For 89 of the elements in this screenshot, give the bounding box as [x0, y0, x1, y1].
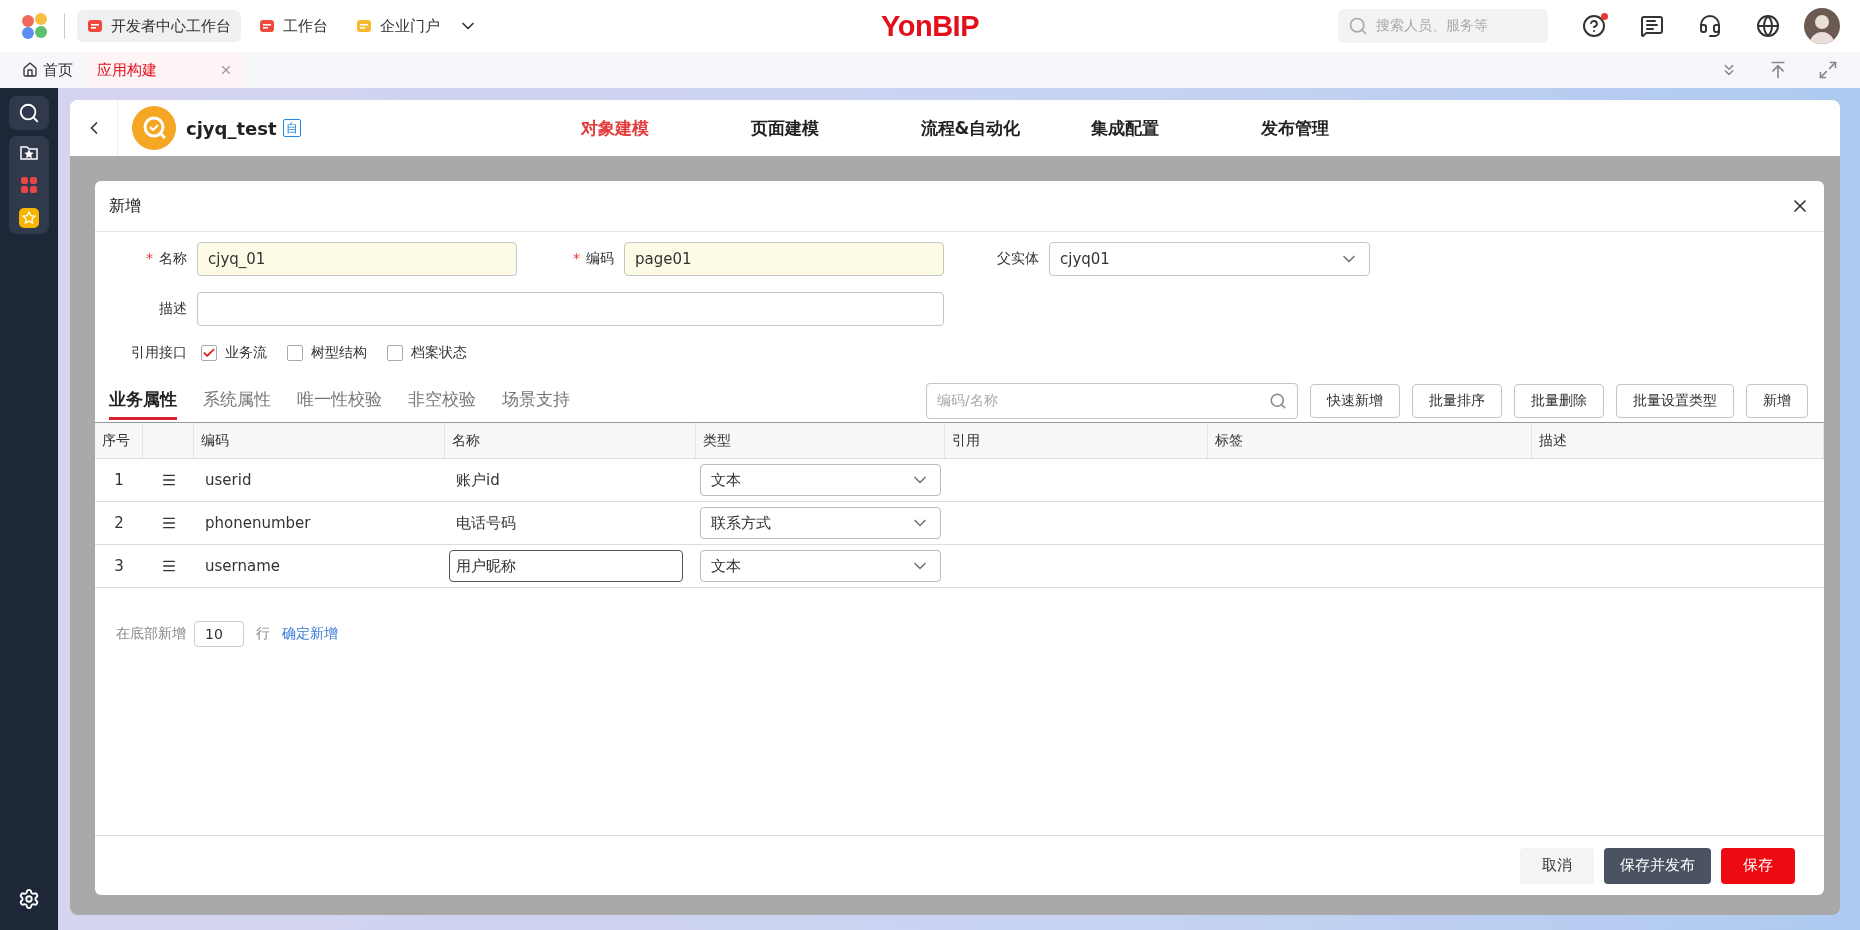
tab[interactable]: 非空校验 — [408, 382, 476, 420]
column-header: 描述 — [1532, 423, 1824, 458]
workspace-icon — [87, 18, 103, 34]
grid-icon[interactable] — [20, 176, 38, 194]
drag-handle-icon[interactable] — [160, 558, 177, 574]
table-cell-text: 电话号码 — [455, 512, 517, 534]
workspace-tab[interactable]: 企业门户 — [346, 10, 450, 42]
app-icon — [132, 106, 176, 150]
checkbox[interactable] — [287, 345, 303, 361]
input-field[interactable]: 用户昵称 — [449, 550, 683, 582]
option-label[interactable]: 业务流 — [225, 344, 267, 362]
input-field[interactable]: cjyq_01 — [197, 242, 517, 276]
table-cell-text: phonenumber — [204, 514, 312, 532]
nav-tab[interactable]: 页面建模 — [750, 116, 921, 140]
tab[interactable]: 唯一性校验 — [297, 382, 382, 420]
option-label[interactable]: 档案状态 — [411, 344, 467, 362]
action-button[interactable]: 保存 — [1721, 847, 1795, 884]
star-icon[interactable] — [19, 208, 39, 228]
bulk-add-label: 在底部新增 — [116, 625, 186, 643]
field-label: * 编码 — [572, 250, 614, 268]
column-header: 序号 — [95, 423, 143, 458]
checkbox[interactable] — [201, 345, 217, 361]
workspace-icon — [259, 18, 275, 34]
toolbar-button[interactable]: 批量删除 — [1514, 384, 1604, 418]
app-badge: 自 — [282, 119, 301, 137]
avatar[interactable] — [1804, 8, 1840, 44]
column-header: 名称 — [445, 423, 696, 458]
settings-icon[interactable] — [18, 888, 40, 910]
toolbar-button[interactable]: 快速新增 — [1310, 384, 1400, 418]
upload-icon[interactable] — [1768, 60, 1788, 80]
input-field[interactable]: page01 — [624, 242, 944, 276]
globe-icon[interactable] — [1756, 14, 1780, 38]
search-icon — [1348, 16, 1368, 36]
select-field[interactable]: cjyq01 — [1049, 242, 1370, 276]
table-cell-text: 1 — [113, 471, 125, 489]
app-name: cjyq_test — [186, 117, 277, 139]
brand-logo: YonBIP — [881, 9, 979, 43]
table-cell-text: 3 — [113, 557, 125, 575]
nav-tab[interactable]: 流程&自动化 — [920, 116, 1091, 140]
search-icon[interactable] — [18, 102, 40, 124]
select-field[interactable]: 联系方式 — [700, 507, 941, 539]
check-icon — [202, 346, 216, 360]
table-cell-text: username — [204, 557, 281, 575]
table-cell-text: userid — [204, 471, 253, 489]
nav-tab[interactable]: 对象建模 — [580, 116, 751, 140]
close-icon[interactable] — [219, 63, 233, 77]
field-label: 描述 — [158, 300, 187, 318]
toolbar-button[interactable]: 新增 — [1746, 384, 1808, 418]
fullscreen-icon[interactable] — [1818, 60, 1838, 80]
message-icon[interactable] — [1640, 14, 1664, 38]
column-header: 引用 — [945, 423, 1208, 458]
tab[interactable]: 业务属性 — [109, 382, 177, 420]
select-field[interactable]: 文本 — [700, 464, 941, 496]
toolbar-button[interactable]: 批量设置类型 — [1616, 384, 1734, 418]
select-field[interactable]: 文本 — [700, 550, 941, 582]
tab[interactable]: 系统属性 — [203, 382, 271, 420]
option-label[interactable]: 树型结构 — [311, 344, 367, 362]
headset-icon[interactable] — [1698, 14, 1722, 38]
unit-label: 行 — [256, 625, 270, 643]
column-header: 标签 — [1208, 423, 1532, 458]
input-field[interactable]: 10 — [194, 621, 244, 647]
nav-tab[interactable]: 发布管理 — [1260, 116, 1431, 140]
field-label: 引用接口 — [130, 344, 187, 362]
help-icon[interactable] — [1582, 14, 1606, 38]
action-button[interactable]: 取消 — [1520, 847, 1594, 884]
tab[interactable]: 场景支持 — [502, 382, 570, 420]
field-label: * 名称 — [145, 250, 187, 268]
search-icon — [1269, 392, 1287, 410]
table-cell-text: 2 — [113, 514, 125, 532]
app-logo-icon[interactable] — [20, 12, 50, 40]
nav-tab[interactable]: 集成配置 — [1090, 116, 1261, 140]
workspace-tab[interactable]: 工作台 — [249, 10, 338, 42]
action-button[interactable]: 保存并发布 — [1604, 847, 1711, 884]
dialog-title: 新增 — [109, 195, 141, 217]
column-header: 类型 — [696, 423, 945, 458]
column-header: 编码 — [194, 423, 445, 458]
workspace-tab[interactable]: 开发者中心工作台 — [77, 10, 241, 42]
page-tab[interactable]: 应用构建 — [85, 52, 245, 88]
drag-handle-icon[interactable] — [160, 515, 177, 531]
link[interactable]: 确定新增 — [282, 625, 338, 643]
checkbox[interactable] — [387, 345, 403, 361]
home-icon — [22, 62, 38, 78]
toolbar-button[interactable]: 批量排序 — [1412, 384, 1502, 418]
field-label: 父实体 — [996, 250, 1039, 268]
drag-handle-icon[interactable] — [160, 472, 177, 488]
input-field[interactable] — [197, 292, 944, 326]
table-cell-text: 账户id — [455, 469, 501, 491]
workspace-icon — [356, 18, 372, 34]
page-tab[interactable]: 首页 — [10, 52, 85, 88]
